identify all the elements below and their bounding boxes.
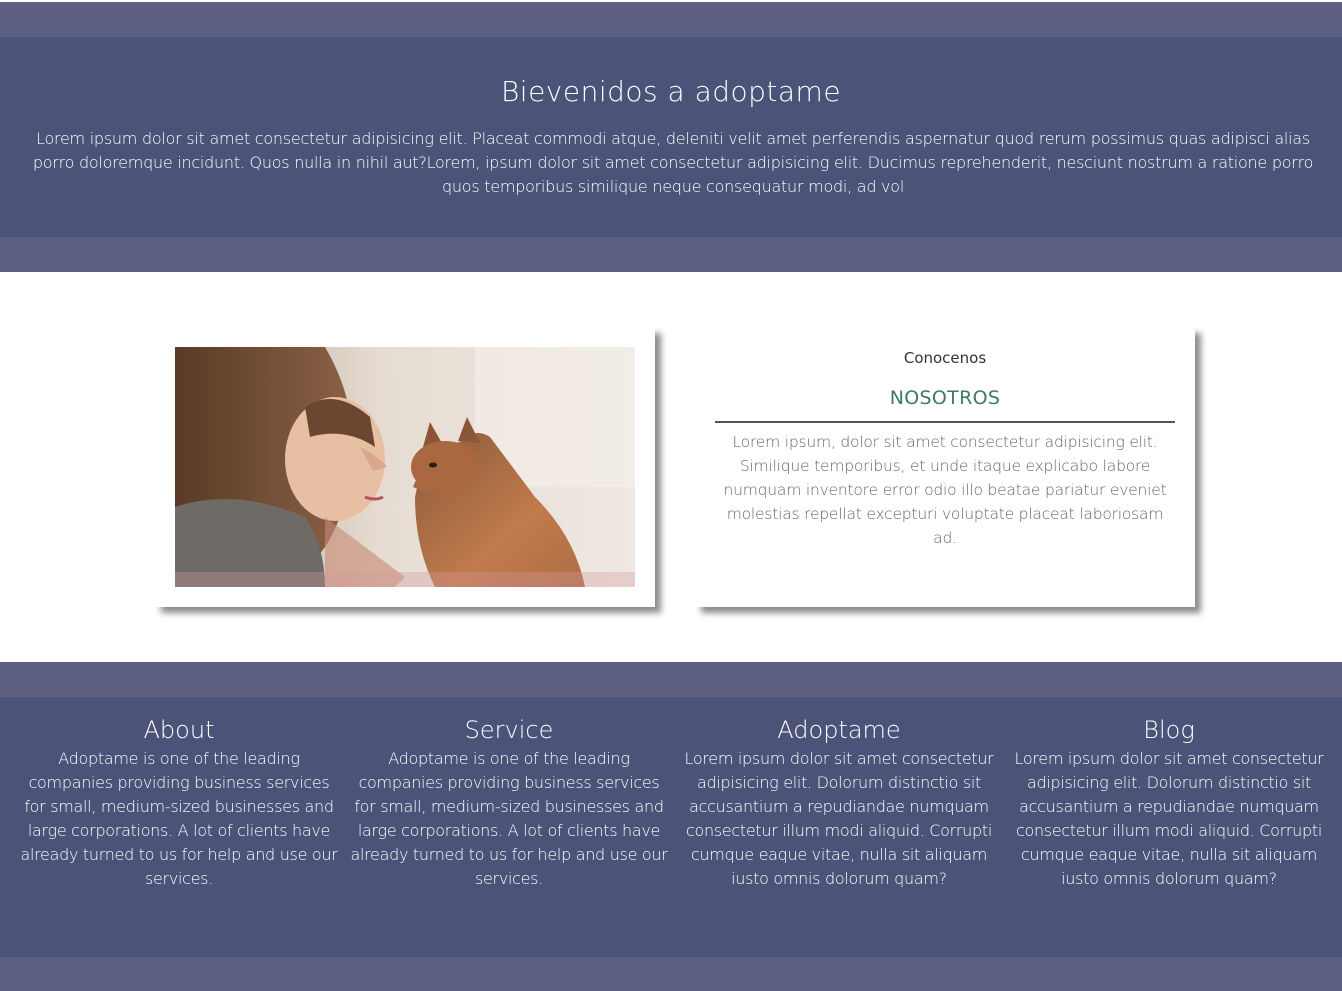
about-title: NOSOTROS <box>889 387 1001 409</box>
footer-column-blog: Blog Lorem ipsum dolor sit amet consecte… <box>1010 713 1328 891</box>
footer-column-text: Lorem ipsum dolor sit amet consectetur a… <box>684 749 994 888</box>
about-divider <box>715 421 1175 423</box>
footer-column-about: About Adoptame is one of the leading com… <box>20 713 338 891</box>
about-us-card: Conocenos NOSOTROS Lorem ipsum, dolor si… <box>695 327 1195 607</box>
about-text: Lorem ipsum, dolor sit amet consectetur … <box>723 433 1167 547</box>
footer-column-title: Blog <box>1143 716 1195 744</box>
welcome-text: Lorem ipsum dolor sit amet consectetur a… <box>32 129 1314 196</box>
footer-column-text: Adoptame is one of the leading companies… <box>350 749 668 888</box>
welcome-section: Bievenidos a adoptame Lorem ipsum dolor … <box>0 37 1342 237</box>
header-bottom-band <box>0 237 1342 272</box>
footer-bottom-band <box>0 957 1342 991</box>
footer-column-adoptame: Adoptame Lorem ipsum dolor sit amet cons… <box>680 713 998 891</box>
header-top-band <box>0 2 1342 37</box>
footer-top-band <box>0 662 1342 697</box>
footer-column-title: About <box>143 716 215 744</box>
footer-column-service: Service Adoptame is one of the leading c… <box>350 713 668 891</box>
photo-card <box>155 327 655 607</box>
footer-column-text: Adoptame is one of the leading companies… <box>20 749 338 888</box>
welcome-title: Bievenidos a adoptame <box>500 75 842 108</box>
about-kicker: Conocenos <box>903 349 987 367</box>
footer-column-title: Adoptame <box>777 716 901 744</box>
footer: About Adoptame is one of the leading com… <box>0 697 1342 957</box>
footer-column-text: Lorem ipsum dolor sit amet consectetur a… <box>1014 749 1324 888</box>
footer-column-title: Service <box>464 716 554 744</box>
woman-with-cat-image <box>175 347 635 587</box>
